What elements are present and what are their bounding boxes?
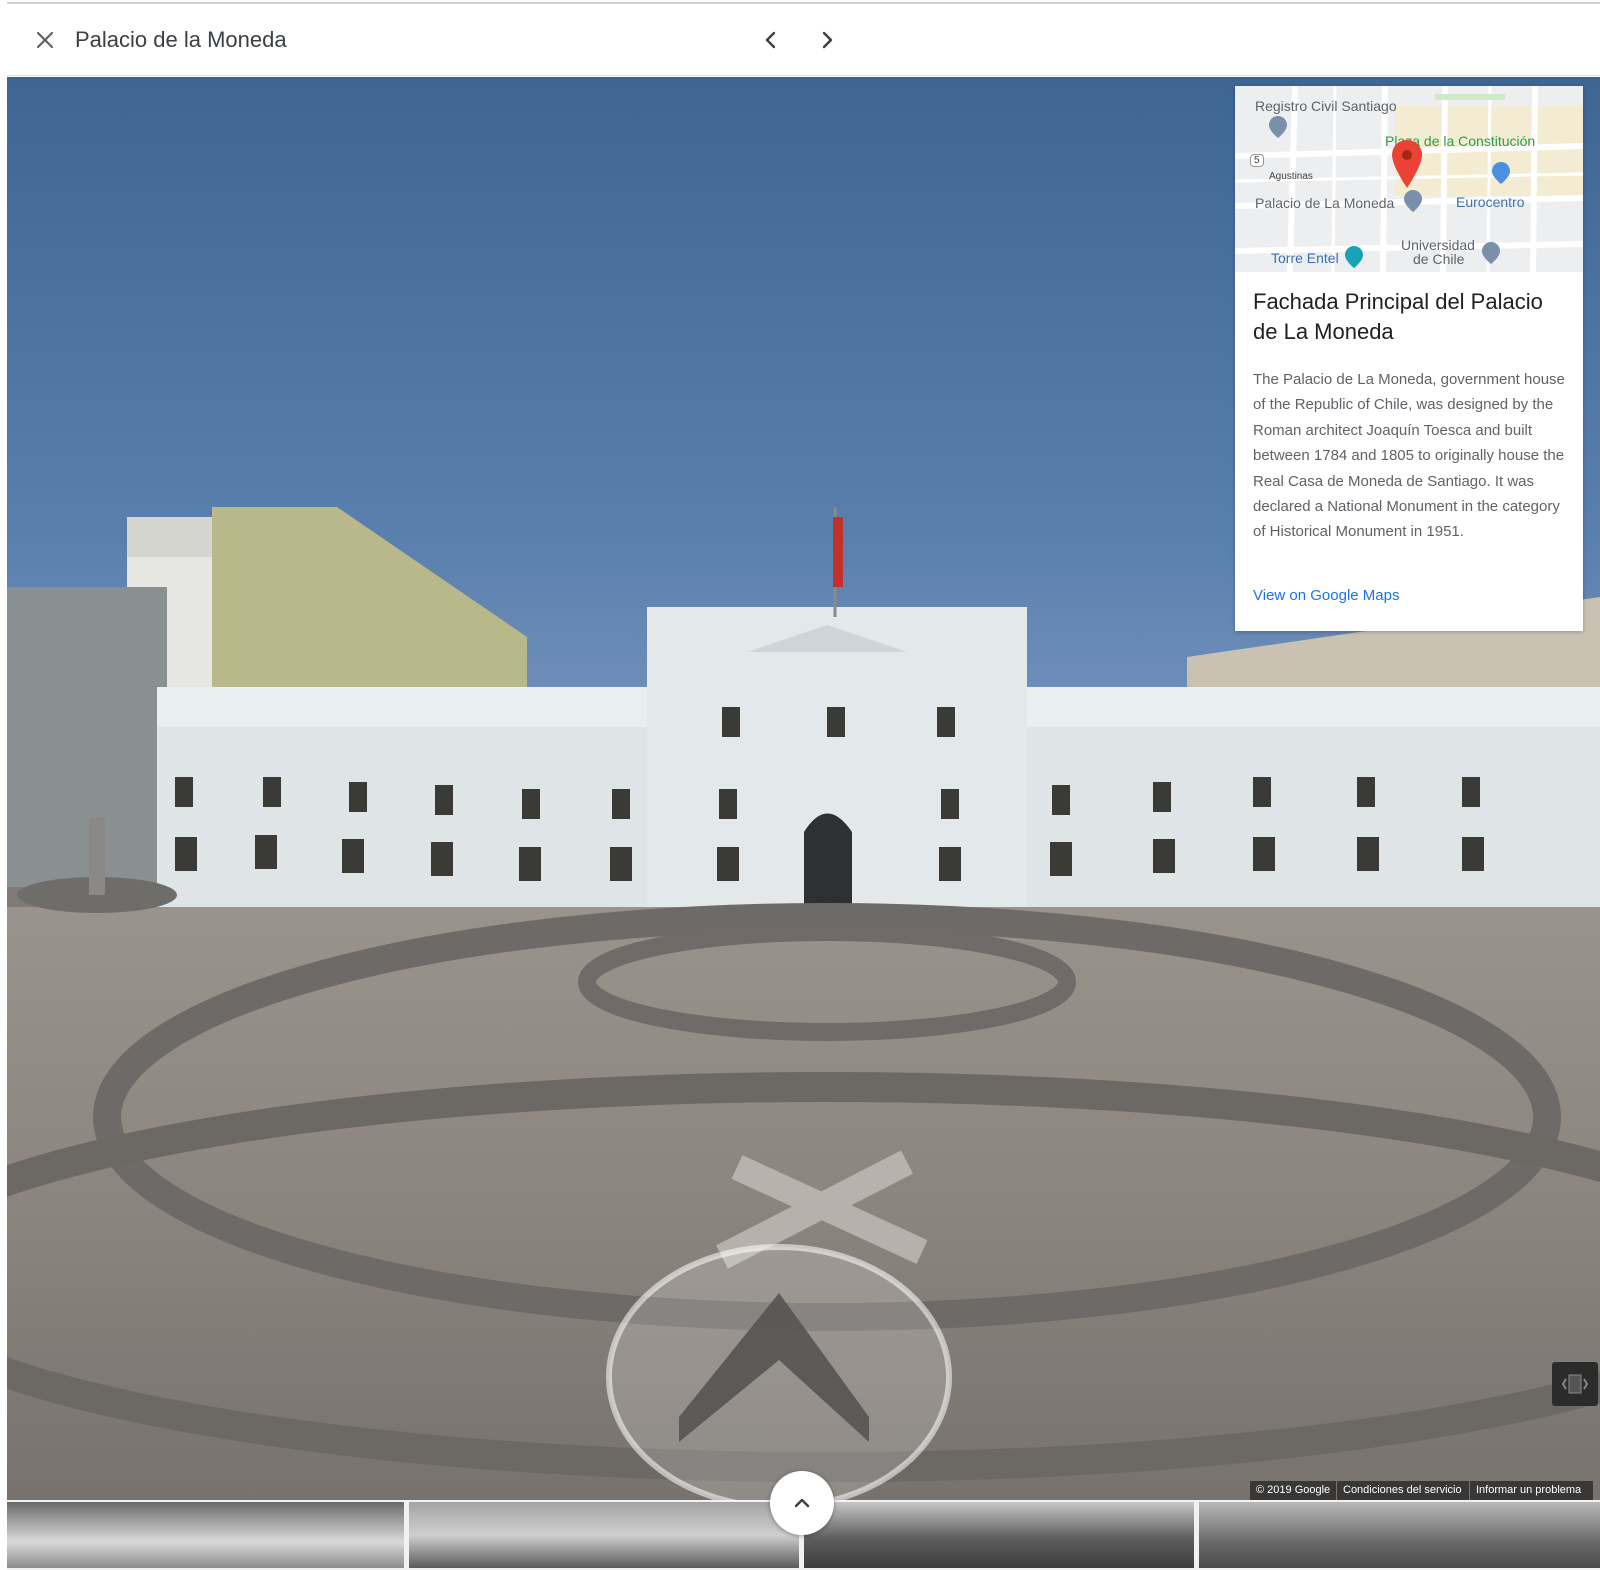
map-label-palacio: Palacio de La Moneda (1255, 195, 1395, 211)
street-view-viewer: Palacio de la Moneda Registro Civil Sant… (0, 0, 1600, 1570)
report-problem-link[interactable]: Informar un problema (1470, 1481, 1593, 1500)
chevron-left-icon (765, 31, 776, 49)
shopping-marker-icon (1492, 162, 1510, 184)
map-label-universidad-line2: de Chile (1413, 251, 1465, 267)
next-button[interactable] (811, 24, 843, 56)
map-pin-icon (1392, 140, 1422, 188)
thumbnail-2[interactable] (409, 1502, 799, 1568)
view-on-google-maps-link[interactable]: View on Google Maps (1253, 587, 1399, 604)
terms-link[interactable]: Condiciones del servicio (1337, 1481, 1469, 1500)
mini-map[interactable]: Registro Civil Santiago Plaza de la Cons… (1235, 86, 1583, 272)
copyright-text: © 2019 Google (1250, 1481, 1336, 1500)
place-title: Fachada Principal del Palacio de La Mone… (1253, 289, 1543, 344)
thumbnail-1[interactable] (7, 1502, 404, 1568)
expand-thumbnails-button[interactable] (770, 1471, 834, 1535)
chevron-right-icon (822, 31, 833, 49)
top-bar: Palacio de la Moneda (7, 2, 1600, 76)
expand-panel-icon (1561, 1374, 1589, 1394)
route-shield-icon: 5 (1250, 154, 1264, 167)
map-label-torre: Torre Entel (1271, 250, 1339, 266)
landmark-marker-icon (1404, 190, 1422, 212)
thumbnail-4[interactable] (1199, 1502, 1600, 1568)
map-label-eurocentro: Eurocentro (1456, 194, 1525, 210)
chevron-up-icon (794, 1498, 810, 1508)
map-label-registro: Registro Civil Santiago (1255, 98, 1397, 114)
map-label-universidad: Universidad de Chile (1401, 238, 1475, 266)
previous-button[interactable] (755, 24, 787, 56)
close-button[interactable] (29, 24, 61, 56)
thumbnail-3[interactable] (804, 1502, 1194, 1568)
map-label-agustinas: Agustinas (1269, 171, 1313, 182)
page-title: Palacio de la Moneda (75, 27, 287, 52)
tower-marker-icon (1345, 246, 1363, 268)
side-panel-toggle[interactable] (1552, 1362, 1598, 1406)
place-description: The Palacio de La Moneda, government hou… (1253, 371, 1565, 541)
university-marker-icon (1482, 242, 1500, 264)
close-icon (36, 31, 54, 49)
place-info-card: Registro Civil Santiago Plaza de la Cons… (1235, 86, 1583, 631)
poi-marker-icon (1269, 116, 1287, 138)
